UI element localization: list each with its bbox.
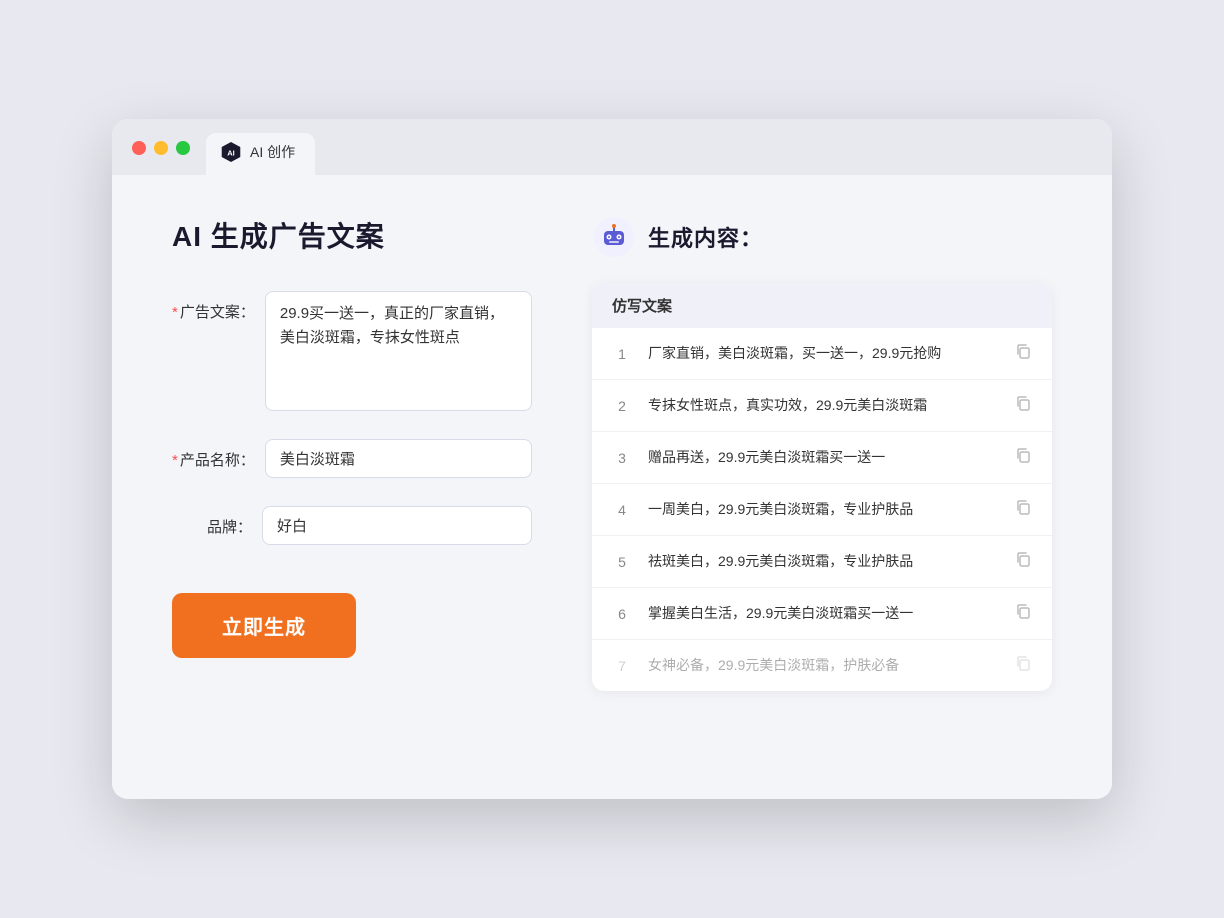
robot-icon xyxy=(592,215,636,259)
result-header: 生成内容： xyxy=(592,215,1052,259)
browser-tab[interactable]: AI AI 创作 xyxy=(206,133,315,175)
required-star-ad-copy: * xyxy=(172,304,178,321)
form-row-ad-copy: *广告文案： 29.9买一送一，真正的厂家直销，美白淡斑霜，专抹女性斑点 xyxy=(172,291,532,411)
copy-icon[interactable] xyxy=(1014,446,1032,469)
result-text: 掌握美白生活，29.9元美白淡斑霜买一送一 xyxy=(648,603,998,624)
copy-icon[interactable] xyxy=(1014,342,1032,365)
result-number: 1 xyxy=(612,346,632,362)
copy-icon[interactable] xyxy=(1014,550,1032,573)
label-ad-copy: *广告文案： xyxy=(172,291,255,322)
result-item: 7 女神必备，29.9元美白淡斑霜，护肤必备 xyxy=(592,640,1052,691)
result-number: 2 xyxy=(612,398,632,414)
traffic-light-yellow[interactable] xyxy=(154,141,168,155)
result-item: 2 专抹女性斑点，真实功效，29.9元美白淡斑霜 xyxy=(592,380,1052,432)
result-number: 3 xyxy=(612,450,632,466)
ai-tab-icon: AI xyxy=(220,141,242,163)
label-product-name: *产品名称： xyxy=(172,439,255,470)
result-text: 厂家直销，美白淡斑霜，买一送一，29.9元抢购 xyxy=(648,343,998,364)
tab-label: AI 创作 xyxy=(250,142,295,162)
svg-text:AI: AI xyxy=(227,148,235,157)
label-brand: 品牌： xyxy=(172,506,252,537)
result-text: 祛斑美白，29.9元美白淡斑霜，专业护肤品 xyxy=(648,551,998,572)
browser-window: AI AI 创作 AI 生成广告文案 *广告文案： 29.9买一送一，真正的厂家… xyxy=(112,119,1112,799)
result-item: 5 祛斑美白，29.9元美白淡斑霜，专业护肤品 xyxy=(592,536,1052,588)
page-title: AI 生成广告文案 xyxy=(172,215,532,255)
result-number: 6 xyxy=(612,606,632,622)
form-row-brand: 品牌： xyxy=(172,506,532,545)
required-star-product-name: * xyxy=(172,452,178,469)
product-name-input[interactable] xyxy=(265,439,532,478)
copy-icon[interactable] xyxy=(1014,654,1032,677)
result-item: 6 掌握美白生活，29.9元美白淡斑霜买一送一 xyxy=(592,588,1052,640)
result-text: 女神必备，29.9元美白淡斑霜，护肤必备 xyxy=(648,655,998,676)
result-item: 1 厂家直销，美白淡斑霜，买一送一，29.9元抢购 xyxy=(592,328,1052,380)
browser-content: AI 生成广告文案 *广告文案： 29.9买一送一，真正的厂家直销，美白淡斑霜，… xyxy=(112,175,1112,795)
result-list: 1 厂家直销，美白淡斑霜，买一送一，29.9元抢购 2 专抹女性斑点，真实功效，29… xyxy=(592,328,1052,691)
generate-button[interactable]: 立即生成 xyxy=(172,593,356,658)
form-row-product-name: *产品名称： xyxy=(172,439,532,478)
traffic-light-red[interactable] xyxy=(132,141,146,155)
result-card-header: 仿写文案 xyxy=(592,283,1052,328)
result-number: 4 xyxy=(612,502,632,518)
result-title: 生成内容： xyxy=(648,221,763,253)
brand-input[interactable] xyxy=(262,506,532,545)
browser-titlebar: AI AI 创作 xyxy=(112,119,1112,175)
result-text: 一周美白，29.9元美白淡斑霜，专业护肤品 xyxy=(648,499,998,520)
traffic-lights xyxy=(132,141,190,167)
result-number: 5 xyxy=(612,554,632,570)
left-panel: AI 生成广告文案 *广告文案： 29.9买一送一，真正的厂家直销，美白淡斑霜，… xyxy=(172,215,532,755)
result-card: 仿写文案 1 厂家直销，美白淡斑霜，买一送一，29.9元抢购 2 专抹女性斑点，真实… xyxy=(592,283,1052,691)
result-text: 专抹女性斑点，真实功效，29.9元美白淡斑霜 xyxy=(648,395,998,416)
copy-icon[interactable] xyxy=(1014,498,1032,521)
right-panel: 生成内容： 仿写文案 1 厂家直销，美白淡斑霜，买一送一，29.9元抢购 2 专抹女… xyxy=(592,215,1052,755)
result-number: 7 xyxy=(612,658,632,674)
traffic-light-green[interactable] xyxy=(176,141,190,155)
copy-icon[interactable] xyxy=(1014,602,1032,625)
copy-icon[interactable] xyxy=(1014,394,1032,417)
result-item: 3 赠品再送，29.9元美白淡斑霜买一送一 xyxy=(592,432,1052,484)
result-item: 4 一周美白，29.9元美白淡斑霜，专业护肤品 xyxy=(592,484,1052,536)
ad-copy-input[interactable]: 29.9买一送一，真正的厂家直销，美白淡斑霜，专抹女性斑点 xyxy=(265,291,532,411)
result-text: 赠品再送，29.9元美白淡斑霜买一送一 xyxy=(648,447,998,468)
